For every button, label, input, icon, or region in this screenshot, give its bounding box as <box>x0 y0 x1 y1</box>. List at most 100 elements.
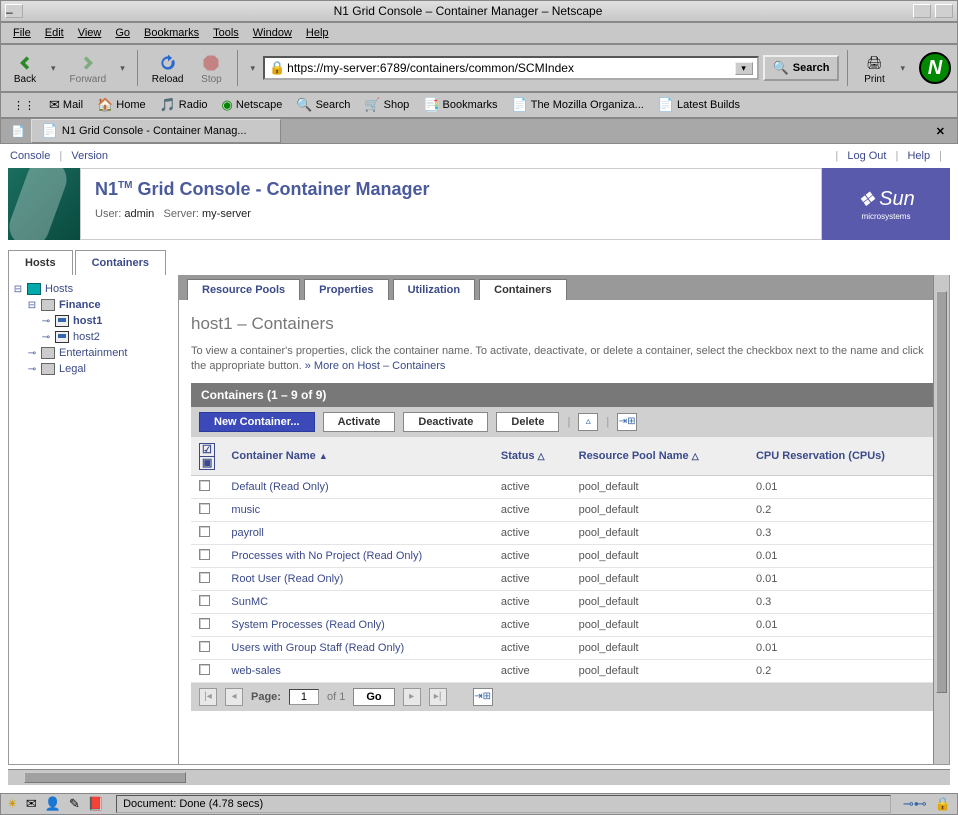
horizontal-scrollbar[interactable] <box>8 769 950 785</box>
url-input[interactable] <box>285 60 734 76</box>
row-checkbox[interactable] <box>199 480 210 491</box>
menu-edit[interactable]: Edit <box>39 25 70 41</box>
latest-builds-link[interactable]: 📄Latest Builds <box>652 95 746 115</box>
tab-containers[interactable]: Containers <box>75 250 166 275</box>
toolbar-grip[interactable]: ⋮⋮ <box>7 97 41 114</box>
scroll-up-icon[interactable]: ▵ <box>578 413 598 431</box>
url-bar[interactable]: 🔒 ▾ <box>263 56 759 80</box>
menu-window[interactable]: Window <box>247 25 298 41</box>
menu-bookmarks[interactable]: Bookmarks <box>138 25 205 41</box>
menu-help[interactable]: Help <box>300 25 335 41</box>
container-name-link[interactable]: SunMC <box>223 590 493 613</box>
paginate-icon[interactable]: ⇥⊞ <box>473 688 493 706</box>
col-pool[interactable]: Resource Pool Name △ <box>571 437 748 476</box>
page-input[interactable] <box>289 689 319 705</box>
expand-icon[interactable]: ⊟ <box>27 300 37 311</box>
new-container-button[interactable]: New Container... <box>199 412 315 432</box>
back-menu-arrow[interactable]: ▾ <box>47 63 60 74</box>
radio-link[interactable]: 🎵Radio <box>154 95 214 115</box>
component-icon[interactable]: ✴ <box>7 796 18 812</box>
bookmarks-link[interactable]: 📑Bookmarks <box>417 95 503 115</box>
page-last-button[interactable]: ▸| <box>429 688 447 706</box>
container-name-link[interactable]: System Processes (Read Only) <box>223 613 493 636</box>
activate-button[interactable]: Activate <box>323 412 396 432</box>
tree-root[interactable]: ⊟ Hosts <box>13 281 174 297</box>
tree-item-legal[interactable]: ⊸ Legal <box>13 361 174 377</box>
new-tab-icon[interactable]: 📄 <box>5 125 31 138</box>
container-name-link[interactable]: Processes with No Project (Read Only) <box>223 544 493 567</box>
container-name-link[interactable]: music <box>223 498 493 521</box>
mail-link[interactable]: ✉Mail <box>43 95 89 115</box>
print-button[interactable]: 🖨 Print <box>856 50 892 87</box>
forward-menu-arrow[interactable]: ▾ <box>116 63 129 74</box>
reload-button[interactable]: Reload <box>146 50 190 87</box>
deactivate-button[interactable]: Deactivate <box>403 412 488 432</box>
page-next-button[interactable]: ▸ <box>403 688 421 706</box>
print-menu-arrow[interactable]: ▾ <box>896 63 909 74</box>
container-name-link[interactable]: payroll <box>223 521 493 544</box>
container-name-link[interactable]: Default (Read Only) <box>223 475 493 498</box>
url-history-arrow[interactable]: ▾ <box>246 63 259 74</box>
row-checkbox[interactable] <box>199 618 210 629</box>
row-checkbox[interactable] <box>199 526 210 537</box>
back-button[interactable]: Back <box>7 50 43 87</box>
home-link[interactable]: 🏠Home <box>91 95 152 115</box>
console-link[interactable]: Console <box>10 150 50 162</box>
browser-tab[interactable]: 📄 N1 Grid Console - Container Manag... <box>31 119 281 143</box>
expand-icon[interactable]: ⊸ <box>41 332 51 343</box>
page-first-button[interactable]: |◂ <box>199 688 217 706</box>
subtab-properties[interactable]: Properties <box>304 279 388 300</box>
paginate-icon[interactable]: ⇥⊞ <box>617 413 637 431</box>
col-name[interactable]: Container Name ▲ <box>223 437 493 476</box>
row-checkbox[interactable] <box>199 572 210 583</box>
tab-hosts[interactable]: Hosts <box>8 250 73 275</box>
row-checkbox[interactable] <box>199 641 210 652</box>
help-link[interactable]: Help <box>907 150 930 162</box>
container-name-link[interactable]: Users with Group Staff (Read Only) <box>223 636 493 659</box>
window-max-icon[interactable] <box>935 4 953 18</box>
shop-link[interactable]: 🛒Shop <box>358 95 415 115</box>
row-checkbox[interactable] <box>199 664 210 675</box>
expand-icon[interactable]: ⊸ <box>41 316 51 327</box>
container-name-link[interactable]: web-sales <box>223 659 493 682</box>
page-go-button[interactable]: Go <box>353 688 394 706</box>
tree-item-finance[interactable]: ⊟ Finance <box>13 297 174 313</box>
lock-icon[interactable]: 🔒 <box>935 796 951 812</box>
tree-item-host1[interactable]: ⊸ host1 <box>13 313 174 329</box>
mail-status-icon[interactable]: ✉ <box>26 796 37 812</box>
netscape-link[interactable]: ◉Netscape <box>216 95 289 115</box>
expand-icon[interactable]: ⊸ <box>27 348 37 359</box>
menu-file[interactable]: File <box>7 25 37 41</box>
subtab-utilization[interactable]: Utilization <box>393 279 476 300</box>
delete-button[interactable]: Delete <box>496 412 559 432</box>
select-all-header[interactable]: ☑ ▣ <box>191 437 223 476</box>
page-prev-button[interactable]: ◂ <box>225 688 243 706</box>
row-checkbox[interactable] <box>199 595 210 606</box>
book-icon[interactable]: 📕 <box>88 796 104 812</box>
window-menu-icon[interactable]: – <box>5 4 23 18</box>
expand-icon[interactable]: ⊟ <box>13 284 23 295</box>
user-icon[interactable]: 👤 <box>45 796 61 812</box>
menu-tools[interactable]: Tools <box>207 25 245 41</box>
logout-link[interactable]: Log Out <box>847 150 886 162</box>
subtab-resource-pools[interactable]: Resource Pools <box>187 279 300 300</box>
search-link[interactable]: 🔍Search <box>290 95 356 115</box>
edit-icon[interactable]: ✎ <box>69 796 80 812</box>
version-link[interactable]: Version <box>71 150 108 162</box>
window-min-icon[interactable] <box>913 4 931 18</box>
vertical-scrollbar[interactable] <box>933 275 949 764</box>
col-status[interactable]: Status △ <box>493 437 571 476</box>
expand-icon[interactable]: ⊸ <box>27 364 37 375</box>
subtab-containers[interactable]: Containers <box>479 279 566 300</box>
more-link[interactable]: » More on Host – Containers <box>305 360 446 372</box>
close-tab-button[interactable]: ✕ <box>928 125 953 138</box>
menu-view[interactable]: View <box>72 25 108 41</box>
tree-item-entertainment[interactable]: ⊸ Entertainment <box>13 345 174 361</box>
search-button[interactable]: 🔍 Search <box>763 55 840 81</box>
url-dropdown-arrow[interactable]: ▾ <box>735 62 753 75</box>
menu-go[interactable]: Go <box>109 25 136 41</box>
online-icon[interactable]: ⊸⊷ <box>903 796 927 812</box>
mozilla-link[interactable]: 📄The Mozilla Organiza... <box>506 95 650 115</box>
tree-item-host2[interactable]: ⊸ host2 <box>13 329 174 345</box>
col-cpu[interactable]: CPU Reservation (CPUs) <box>748 437 937 476</box>
